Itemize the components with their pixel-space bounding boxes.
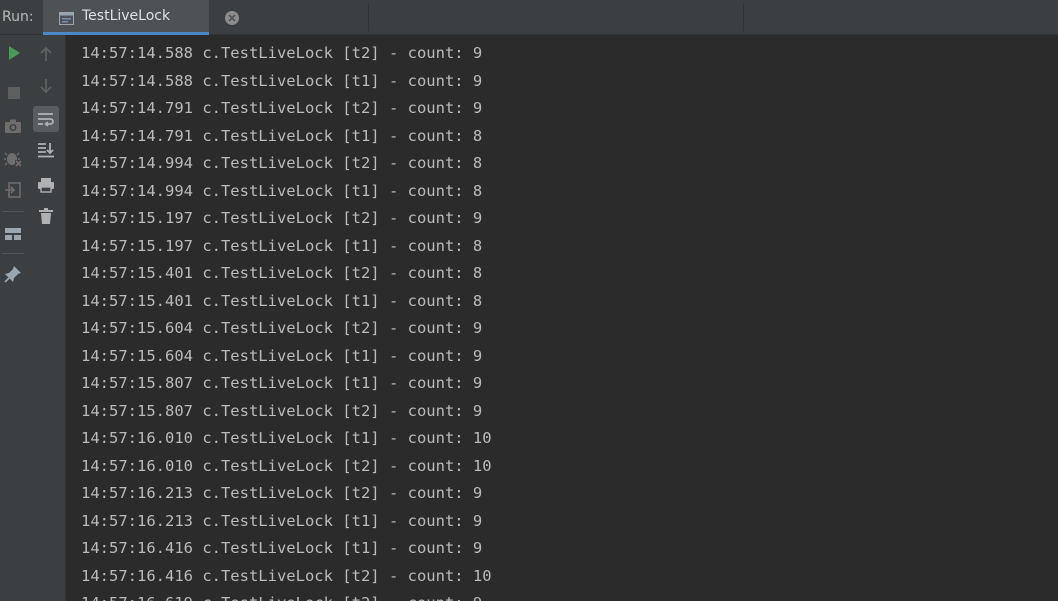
- console-line: 14:57:15.197 c.TestLiveLock [t2] - count…: [81, 209, 483, 227]
- console-line: 14:57:16.010 c.TestLiveLock [t2] - count…: [81, 456, 492, 475]
- console-line: 14:57:16.213 c.TestLiveLock [t2] - count…: [81, 484, 483, 502]
- run-label: Run:: [2, 9, 34, 25]
- tab-testlivelock[interactable]: TestLiveLock: [43, 0, 239, 35]
- rerun-icon[interactable]: [1, 40, 27, 66]
- stop-icon[interactable]: [1, 80, 27, 106]
- console-line: 14:57:15.604 c.TestLiveLock [t1] - count…: [81, 346, 483, 365]
- tab-divider: [368, 4, 369, 31]
- tab-label: TestLiveLock: [82, 8, 171, 24]
- console-icon: [59, 10, 74, 25]
- down-arrow-icon[interactable]: [33, 73, 59, 99]
- console-line: 14:57:16.619 c.TestLiveLock [t2] - count…: [81, 593, 482, 601]
- layout-icon[interactable]: [0, 221, 26, 247]
- console-line: 14:57:15.604 c.TestLiveLock [t2] - count…: [81, 319, 483, 337]
- console-line: 14:57:14.588 c.TestLiveLock [t2] - count…: [81, 44, 483, 62]
- console-line: 14:57:15.807 c.TestLiveLock [t2] - count…: [81, 401, 483, 420]
- console-line: 14:57:15.197 c.TestLiveLock [t1] - count…: [81, 236, 483, 255]
- console-line: 14:57:15.401 c.TestLiveLock [t2] - count…: [81, 264, 483, 282]
- soft-wrap-icon[interactable]: [33, 106, 59, 132]
- trash-icon[interactable]: [33, 203, 59, 229]
- console-output[interactable]: 14:57:14.588 c.TestLiveLock [t2] - count…: [66, 35, 1058, 601]
- console-line: 14:57:15.807 c.TestLiveLock [t1] - count…: [81, 374, 483, 392]
- console-line: 14:57:14.791 c.TestLiveLock [t2] - count…: [81, 99, 483, 117]
- print-icon[interactable]: [33, 172, 59, 198]
- console-line: 14:57:14.588 c.TestLiveLock [t1] - count…: [81, 71, 483, 90]
- exit-icon[interactable]: [0, 177, 26, 203]
- console-line: 14:57:16.416 c.TestLiveLock [t2] - count…: [81, 566, 492, 585]
- pin-icon[interactable]: [0, 261, 26, 287]
- close-icon[interactable]: [224, 10, 240, 26]
- console-line: 14:57:14.994 c.TestLiveLock [t1] - count…: [81, 181, 483, 200]
- console-line: 14:57:15.401 c.TestLiveLock [t1] - count…: [81, 291, 483, 310]
- console-line: 14:57:16.416 c.TestLiveLock [t1] - count…: [81, 539, 483, 557]
- console-line: 14:57:14.994 c.TestLiveLock [t2] - count…: [81, 154, 483, 172]
- run-toolbar: [0, 35, 28, 601]
- console-line: 14:57:16.213 c.TestLiveLock [t1] - count…: [81, 511, 483, 530]
- console-line: 14:57:14.791 c.TestLiveLock [t1] - count…: [81, 126, 483, 145]
- debug-icon[interactable]: [0, 145, 26, 171]
- scroll-to-end-icon[interactable]: [33, 137, 59, 163]
- tab-divider: [743, 4, 744, 31]
- console-toolbar: [28, 35, 66, 601]
- camera-icon[interactable]: [0, 113, 26, 139]
- toolbar-divider: [2, 211, 24, 212]
- console-line: 14:57:16.010 c.TestLiveLock [t1] - count…: [81, 429, 492, 447]
- run-tool-window: Run: TestLiveLock 14:57:14.588 c.TestLiv…: [0, 0, 1058, 601]
- toolbar-divider: [2, 253, 24, 254]
- run-tab-bar: Run: TestLiveLock: [0, 0, 1058, 35]
- up-arrow-icon[interactable]: [33, 41, 59, 67]
